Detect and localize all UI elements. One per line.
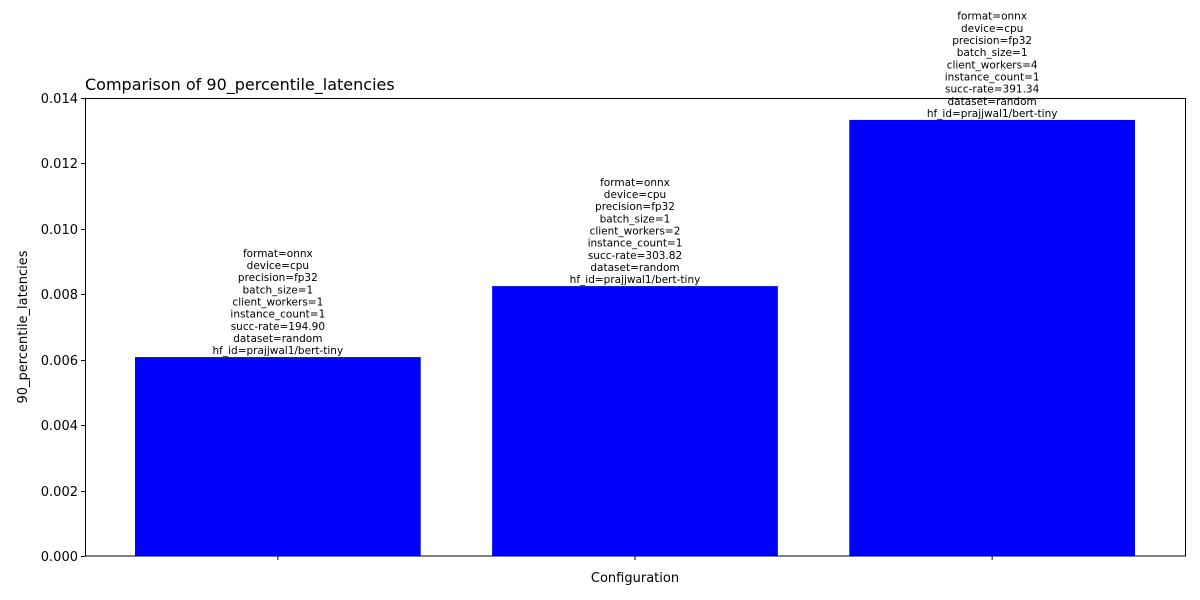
bar-2-label-line: succ-rate=303.82 (588, 250, 682, 262)
bar-1-label-line: device=cpu (247, 260, 309, 272)
bar-2-label-line: client_workers=2 (590, 226, 681, 238)
bar-2-label-line: instance_count=1 (588, 238, 683, 250)
bar-1-label-line: format=onnx (243, 248, 313, 260)
bar-2-label-line: format=onnx (600, 177, 670, 189)
bar-3 (849, 119, 1135, 556)
bar-1-label-line: hf_id=prajjwal1/bert-tiny (213, 345, 344, 357)
x-axis-label: Configuration (591, 571, 679, 586)
bar-1-label-line: succ-rate=194.90 (231, 321, 325, 333)
y-tick-label: 0.002 (41, 485, 78, 500)
chart-title: Comparison of 90_percentile_latencies (85, 75, 395, 95)
bar-3-label-line: device=cpu (961, 23, 1023, 35)
bar-3-label-line: client_workers=4 (947, 59, 1038, 71)
y-axis: 0.000 0.002 0.004 0.006 0.008 0.010 0.012 0.014 (41, 92, 85, 565)
y-tick-label: 0.008 (41, 288, 78, 303)
y-tick-label: 0.012 (41, 157, 78, 172)
bar-2-label-line: device=cpu (604, 189, 666, 201)
bar-3-label-line: succ-rate=391.34 (945, 84, 1040, 96)
bar-1-label-line: batch_size=1 (242, 284, 313, 296)
y-tick-label: 0.010 (41, 223, 78, 238)
bar-1-label-line: precision=fp32 (238, 272, 318, 284)
bar-1 (135, 357, 421, 556)
bar-3-label-line: format=onnx (957, 11, 1027, 23)
bar-3-label-line: hf_id=prajjwal1/bert-tiny (927, 108, 1058, 120)
bar-2-label-line: hf_id=prajjwal1/bert-tiny (570, 274, 701, 286)
bar-3-label-line: batch_size=1 (957, 47, 1028, 59)
bar-2 (492, 286, 778, 556)
y-axis-label: 90_percentile_latencies (16, 250, 31, 403)
bar-3-label-line: dataset=random (948, 96, 1037, 108)
y-tick-label: 0.004 (41, 419, 78, 434)
bar-2-label-line: dataset=random (590, 262, 679, 274)
x-axis (277, 556, 993, 560)
y-tick-label: 0.006 (41, 354, 78, 369)
bar-1-label-line: instance_count=1 (230, 309, 325, 321)
bar-3-label-line: precision=fp32 (952, 35, 1032, 47)
bar-2-label-line: batch_size=1 (600, 213, 671, 225)
y-tick-label: 0.000 (41, 550, 78, 565)
bar-2-label-line: precision=fp32 (595, 201, 675, 213)
bar-1-label-line: client_workers=1 (232, 296, 323, 308)
bar-chart: format=onnxdevice=cpuprecision=fp32batch… (16, 11, 1186, 586)
bar-1-label-line: dataset=random (233, 333, 322, 345)
y-tick-label: 0.014 (41, 92, 78, 107)
bar-3-label-line: instance_count=1 (945, 71, 1040, 83)
